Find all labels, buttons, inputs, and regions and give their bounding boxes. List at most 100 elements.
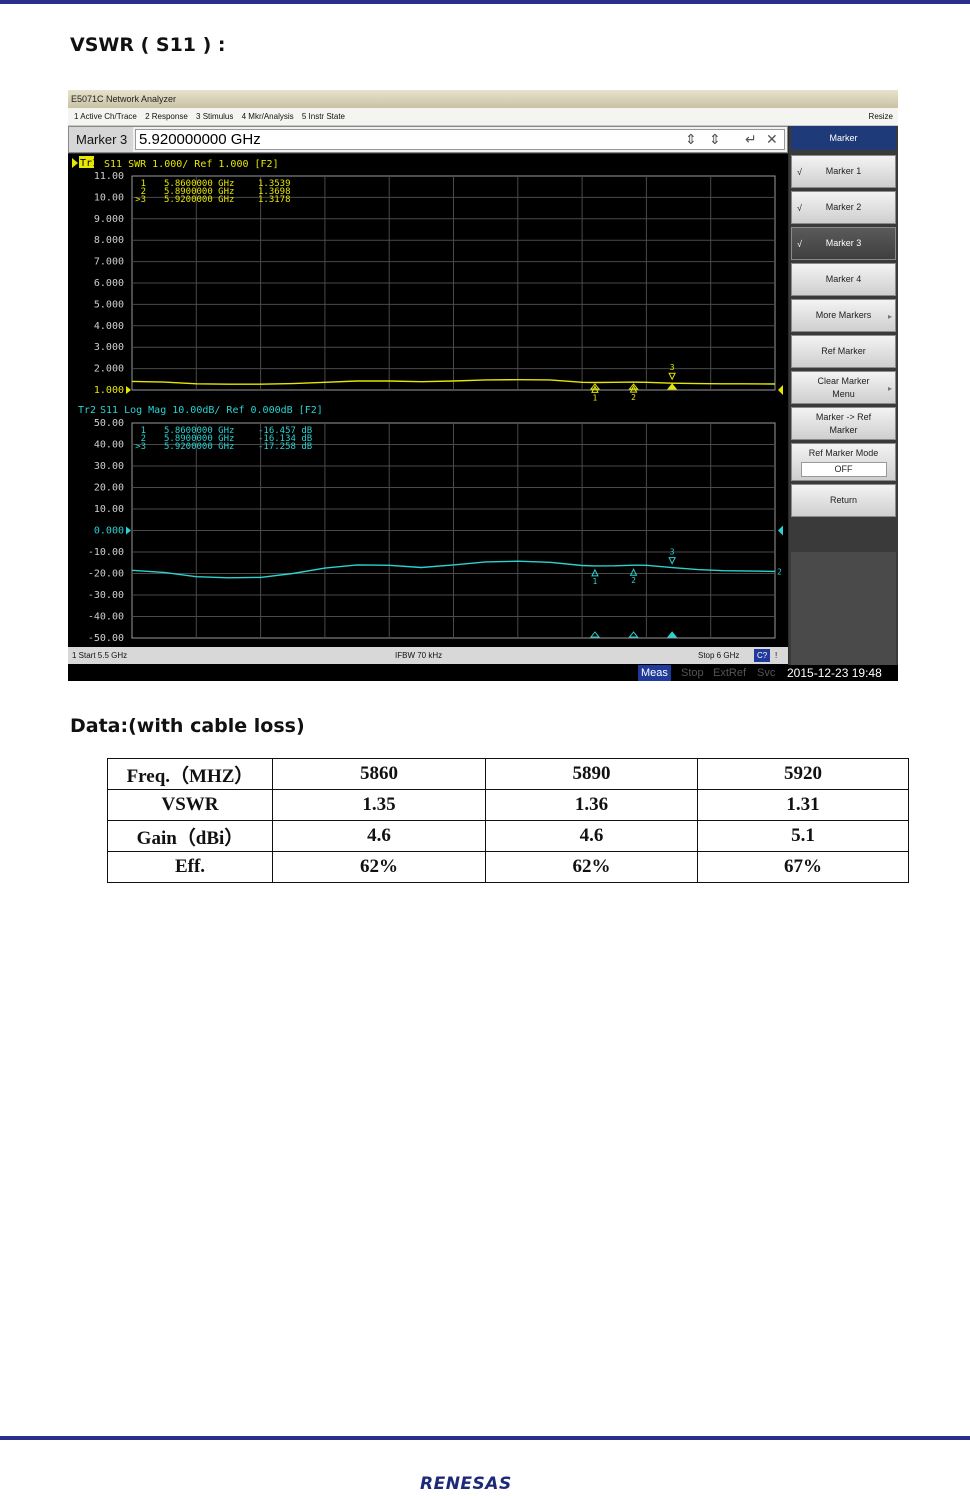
- marker-triangle-icon: [668, 557, 676, 565]
- trace-label: Tr1: [80, 158, 98, 169]
- softkey-label: Marker -> Ref Marker: [815, 411, 872, 435]
- softkey-label: More Markers: [815, 310, 872, 320]
- data-heading: Data:(with cable loss): [70, 715, 305, 737]
- marker-number: 3: [670, 548, 675, 557]
- table-cell: 1.31: [697, 789, 909, 821]
- y-tick-label: 1.000: [94, 385, 124, 396]
- softkey-label: Marker 2: [825, 202, 862, 212]
- window-title: E5071C Network Analyzer: [68, 90, 898, 108]
- svc-indicator: Svc: [757, 667, 776, 679]
- trace-end-label: 2: [777, 567, 782, 576]
- y-tick-label: -40.00: [88, 612, 124, 623]
- table-row: Freq.（MHZ） 5860 5890 5920: [107, 758, 909, 790]
- ref-level-marker-icon: [778, 385, 783, 395]
- marker-triangle-icon: [629, 568, 638, 576]
- softkey-marker-1[interactable]: √ Marker 1: [791, 155, 896, 188]
- trace-label: Tr2: [78, 405, 96, 416]
- menu-item-instr-state[interactable]: 5 Instr State: [302, 112, 345, 121]
- bottom-status-bar: Meas Stop ExtRef Svc 2015-12-23 19:48: [68, 665, 898, 681]
- table-cell: 5890: [485, 758, 698, 790]
- table-cell: 62%: [272, 851, 486, 883]
- results-table: Freq.（MHZ） 5860 5890 5920 VSWR 1.35 1.36…: [107, 758, 909, 883]
- y-tick-label: 3.000: [94, 342, 124, 353]
- active-trace-icon: [72, 158, 78, 168]
- softkey-ref-marker-mode[interactable]: Ref Marker Mode OFF: [791, 443, 896, 481]
- trace-plots: 11.00 10.00 9.000 8.000 7.000 6.000 5.000 4.000…: [72, 156, 783, 644]
- ifbw-value: IFBW 70 kHz: [395, 651, 443, 660]
- status-bar: 1 Start 5.5 GHz IFBW 70 kHz Stop 6 GHz C…: [68, 647, 788, 664]
- trace-header: S11 Log Mag 10.00dB/ Ref 0.000dB [F2]: [100, 405, 323, 416]
- softkey-empty-area: [791, 552, 896, 665]
- table-cell: 1.35: [272, 789, 486, 821]
- vswr-heading: VSWR ( S11 ) :: [70, 34, 226, 56]
- table-cell: Eff.: [107, 851, 273, 883]
- table-cell: 5.1: [697, 820, 909, 852]
- renesas-logo: RENESAS: [420, 1474, 512, 1494]
- softkey-marker-3[interactable]: √ Marker 3: [791, 227, 896, 260]
- y-tick-label: 40.00: [94, 440, 124, 451]
- table-cell: 67%: [697, 851, 909, 883]
- spin-up-down-icon[interactable]: ⇕: [685, 130, 697, 148]
- datetime: 2015-12-23 19:48: [787, 666, 882, 680]
- marker-readout-id: >3: [135, 442, 146, 452]
- softkey-return[interactable]: Return: [791, 484, 896, 517]
- y-tick-label: 4.000: [94, 321, 124, 332]
- marker-position-icon: [589, 631, 601, 638]
- table-cell: 5860: [272, 758, 486, 790]
- stop-frequency: Stop 6 GHz: [698, 651, 740, 660]
- close-icon[interactable]: ✕: [766, 130, 778, 148]
- softkey-more-markers[interactable]: More Markers ▸: [791, 299, 896, 332]
- softkey-clear-marker-menu[interactable]: Clear Marker Menu ▸: [791, 371, 896, 404]
- submenu-arrow-icon: ▸: [887, 384, 892, 393]
- softkey-panel: Marker √ Marker 1 √ Marker 2 √ Marker 3 Mar…: [789, 126, 898, 665]
- marker-number: 2: [631, 393, 636, 402]
- table-cell: 4.6: [272, 820, 486, 852]
- y-tick-label: 0.000: [94, 526, 124, 537]
- softkey-label: Marker 4: [825, 274, 862, 284]
- resize-button[interactable]: Resize: [869, 108, 893, 125]
- table-cell: 4.6: [485, 820, 698, 852]
- softkey-label: Marker 1: [825, 166, 862, 176]
- menu-item-active-ch[interactable]: 1 Active Ch/Trace: [74, 112, 137, 121]
- y-tick-label: -20.00: [88, 569, 124, 580]
- ref-level-marker-icon: [778, 525, 783, 536]
- marker-readout-value: 1.3178: [258, 195, 291, 205]
- softkey-label: Clear Marker Menu: [817, 375, 870, 399]
- enter-icon[interactable]: ↵: [745, 130, 757, 148]
- softkey-label: Marker 3: [825, 238, 862, 248]
- menu-item-response[interactable]: 2 Response: [145, 112, 188, 121]
- marker-position-icon: [667, 631, 678, 638]
- marker-number: 1: [593, 393, 598, 402]
- y-tick-label: 6.000: [94, 278, 124, 289]
- y-tick-label: 7.000: [94, 257, 124, 268]
- softkey-label: Return: [829, 495, 857, 505]
- ref-level-marker-icon: [126, 386, 131, 394]
- y-tick-label: 50.00: [94, 418, 124, 429]
- y-tick-label: 10.00: [94, 504, 124, 515]
- marker-number: 1: [593, 577, 598, 586]
- trace-header: S11 SWR 1.000/ Ref 1.000 [F2]: [104, 159, 279, 170]
- step-icon[interactable]: ⇕: [709, 130, 721, 148]
- softkey-ref-marker[interactable]: Ref Marker: [791, 335, 896, 368]
- extref-indicator: ExtRef: [713, 667, 747, 679]
- marker-readout-id: >3: [135, 195, 146, 205]
- status-indicator: !: [775, 651, 778, 660]
- softkey-marker-to-ref[interactable]: Marker -> Ref Marker: [791, 407, 896, 440]
- y-tick-label: 10.00: [94, 192, 124, 203]
- top-rule: [0, 0, 970, 4]
- y-tick-label: 5.000: [94, 299, 124, 310]
- table-cell: Freq.（MHZ）: [107, 758, 273, 790]
- marker-triangle-icon: [668, 372, 676, 381]
- menu-bar: 1 Active Ch/Trace 2 Response 3 Stimulus …: [68, 108, 898, 126]
- softkey-title: Marker: [791, 126, 896, 150]
- softkey-label: Ref Marker Mode: [808, 448, 879, 458]
- table-cell: 62%: [485, 851, 698, 883]
- meas-indicator: Meas: [638, 665, 671, 681]
- menu-item-mkr-analysis[interactable]: 4 Mkr/Analysis: [242, 112, 294, 121]
- entry-label: Marker 3: [69, 127, 133, 152]
- table-row: Eff. 62% 62% 67%: [107, 851, 909, 883]
- marker-number: 2: [631, 576, 636, 585]
- softkey-marker-2[interactable]: √ Marker 2: [791, 191, 896, 224]
- softkey-marker-4[interactable]: Marker 4: [791, 263, 896, 296]
- menu-item-stimulus[interactable]: 3 Stimulus: [196, 112, 233, 121]
